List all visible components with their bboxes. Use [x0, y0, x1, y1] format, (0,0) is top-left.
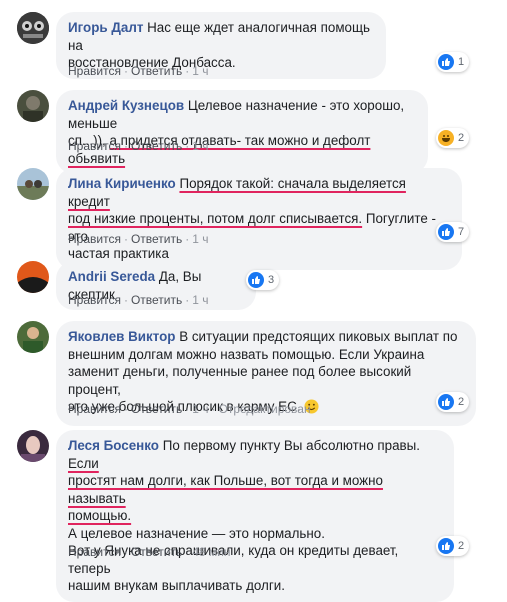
comment-actions: Нравится · Ответить · 1 ч — [68, 232, 209, 246]
reaction-count[interactable]: 1 — [436, 52, 470, 72]
avatar-image-icon — [17, 430, 49, 462]
avatar[interactable] — [17, 261, 49, 293]
reply-link[interactable]: Ответить — [131, 293, 182, 307]
comment-actions: Нравится · Ответить · 1 ч — [68, 64, 209, 78]
reaction-count[interactable]: 2 — [436, 392, 470, 412]
reply-link[interactable]: Ответить — [131, 139, 182, 153]
comment-actions: Нравится · Ответить · 1 ч — [68, 293, 209, 307]
comment-author[interactable]: Яковлев Виктор — [68, 329, 175, 344]
comment-author[interactable]: Лина Кириченко — [68, 176, 176, 191]
reaction-count[interactable]: 3 — [246, 270, 280, 290]
comment-author[interactable]: Игорь Далт — [68, 20, 143, 35]
timestamp[interactable]: 48 мин — [192, 545, 230, 559]
timestamp[interactable]: 1 ч — [192, 402, 208, 416]
reply-link[interactable]: Ответить — [131, 64, 182, 78]
avatar[interactable] — [17, 12, 49, 44]
comment-actions: Нравится · Ответить · 1 ч · Отредактирован — [68, 402, 311, 416]
comment-bubble: Андрей Кузнецов Целевое назначение - это… — [56, 90, 428, 174]
reaction-count[interactable]: 2 — [436, 128, 470, 148]
comment-author[interactable]: Andrii Sereda — [68, 269, 155, 284]
avatar-image-icon — [17, 261, 49, 293]
reaction-count[interactable]: 7 — [436, 222, 470, 242]
like-link[interactable]: Нравится — [68, 139, 121, 153]
avatar[interactable] — [17, 168, 49, 200]
comment-author[interactable]: Леся Босенко — [68, 438, 159, 453]
highlighted-text: простят нам долги, как Польше, вот тогда… — [68, 473, 383, 506]
highlighted-text: помощью. — [68, 508, 132, 523]
comment-bubble: Леся Босенко По первому пункту Вы абсолю… — [56, 430, 454, 602]
like-reaction-icon — [438, 394, 454, 410]
comment-author[interactable]: Андрей Кузнецов — [68, 98, 184, 113]
comment-text: нашим внукам выплачивать долги. — [68, 578, 285, 593]
avatar-image-icon — [17, 168, 49, 200]
highlighted-text: Если — [68, 455, 99, 471]
highlighted-text: под низкие проценты, потом долг списывае… — [68, 211, 363, 226]
avatar-image-icon — [17, 321, 49, 353]
avatar-image-icon — [17, 90, 49, 122]
haha-reaction-icon — [438, 130, 454, 146]
avatar[interactable] — [17, 321, 49, 353]
comment-text: внешним долгам можно назвать помощью. Ес… — [68, 346, 425, 362]
comment-text: По первому пункту Вы абсолютно правы. — [162, 438, 420, 453]
like-link[interactable]: Нравится — [68, 293, 121, 307]
reply-link[interactable]: Ответить — [131, 545, 182, 559]
reply-link[interactable]: Ответить — [131, 232, 182, 246]
comment-actions: Нравится · Ответить · 1 ч — [68, 139, 209, 153]
like-link[interactable]: Нравится — [68, 232, 121, 246]
like-reaction-icon — [438, 224, 454, 240]
comment-text: частая практика — [68, 246, 169, 261]
comment-bubble: Лина Кириченко Порядок такой: сначала вы… — [56, 168, 462, 270]
avatar[interactable] — [17, 90, 49, 122]
avatar[interactable] — [17, 430, 49, 462]
like-reaction-icon — [438, 54, 454, 70]
like-link[interactable]: Нравится — [68, 545, 121, 559]
timestamp[interactable]: 1 ч — [192, 139, 208, 153]
timestamp[interactable]: 1 ч — [192, 232, 208, 246]
comment-actions: Нравится · Ответить · 48 мин — [68, 545, 231, 559]
comment-text: А целевое назначение — это нормально. — [68, 525, 325, 541]
timestamp[interactable]: 1 ч — [192, 293, 208, 307]
comment-text: В ситуации предстоящих пиковых выплат по — [179, 329, 458, 344]
avatar-image-icon — [17, 12, 49, 44]
like-link[interactable]: Нравится — [68, 64, 121, 78]
reaction-count[interactable]: 2 — [436, 536, 470, 556]
edited-label[interactable]: Отредактирован — [219, 402, 311, 416]
like-reaction-icon — [248, 272, 264, 288]
like-link[interactable]: Нравится — [68, 402, 121, 416]
like-reaction-icon — [438, 538, 454, 554]
reply-link[interactable]: Ответить — [131, 402, 182, 416]
timestamp[interactable]: 1 ч — [192, 64, 208, 78]
comment-text: заменит деньги, полученные ранее под бол… — [68, 364, 412, 397]
